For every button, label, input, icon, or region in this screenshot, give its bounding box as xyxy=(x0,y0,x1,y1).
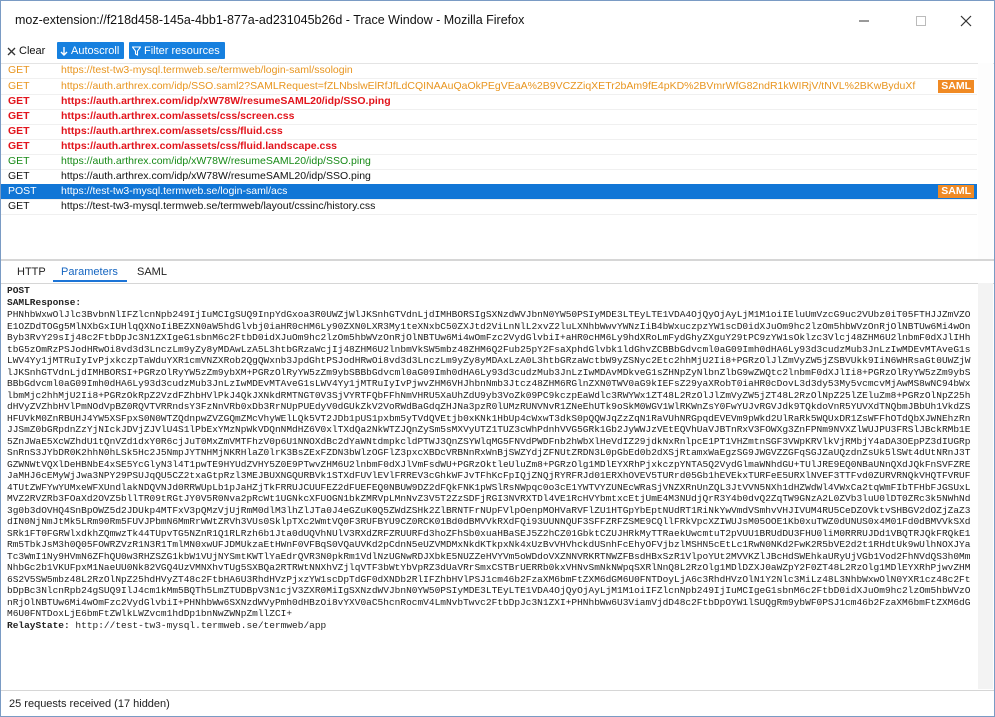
request-row[interactable]: GET https://auth.arthrex.com/idp/SSO.sam… xyxy=(1,79,977,95)
autoscroll-toggle[interactable]: Autoscroll xyxy=(57,42,125,59)
parameters-panel: POST SAMLResponse: PHNhbWxwOlJlc3BvbnNlI… xyxy=(7,285,972,689)
clear-icon xyxy=(7,47,16,55)
tab-http[interactable]: HTTP xyxy=(17,266,46,278)
request-url: https://test-tw3-mysql.termweb.se/login-… xyxy=(61,185,288,197)
request-row[interactable]: GET https://test-tw3-mysql.termweb.se/te… xyxy=(1,199,977,215)
relay-state-value: http://test-tw3-mysql.termweb.se/termweb… xyxy=(75,619,327,631)
saml-badge: SAML xyxy=(938,185,974,198)
request-url: https://auth.arthrex.com/idp/xW78W/resum… xyxy=(61,95,391,107)
status-bar: 25 requests received (17 hidden) xyxy=(1,690,994,716)
maximize-button[interactable] xyxy=(906,7,936,35)
saml-response-value: PHNhbWxwOlJlc3BvbnNlIFZlcnNpb249IjIuMCIg… xyxy=(7,309,971,619)
request-row[interactable]: GET https://auth.arthrex.com/idp/xW78W/r… xyxy=(1,94,977,110)
request-method: GET xyxy=(8,125,30,137)
request-method: GET xyxy=(8,170,30,182)
active-tab-indicator xyxy=(53,280,127,282)
window-title: moz-extension://f218d458-145a-4bb1-877a-… xyxy=(15,13,525,27)
request-method: GET xyxy=(8,64,30,76)
relay-state-label: RelayState: xyxy=(7,619,70,631)
toolbar: Clear Autoscroll Filter resources xyxy=(1,39,994,64)
request-url: https://test-tw3-mysql.termweb.se/termwe… xyxy=(61,200,376,212)
trace-window: moz-extension://f218d458-145a-4bb1-877a-… xyxy=(0,0,995,717)
clear-button[interactable]: Clear xyxy=(7,42,45,60)
close-button[interactable] xyxy=(951,7,981,35)
filter-label: Filter resources xyxy=(144,44,220,57)
request-url: https://auth.arthrex.com/idp/xW78W/resum… xyxy=(61,155,371,167)
saml-badge: SAML xyxy=(938,80,974,93)
relay-state-line: RelayState: http://test-tw3-mysql.termwe… xyxy=(7,620,972,632)
maximize-icon xyxy=(916,16,926,26)
title-bar: moz-extension://f218d458-145a-4bb1-877a-… xyxy=(1,1,994,39)
request-list: GET https://test-tw3-mysql.termweb.se/te… xyxy=(1,63,994,259)
request-row[interactable]: GET https://auth.arthrex.com/assets/css/… xyxy=(1,124,977,140)
request-row[interactable]: GET https://auth.arthrex.com/assets/css/… xyxy=(1,139,977,155)
detail-tabs: HTTP Parameters SAML xyxy=(1,261,994,284)
filter-icon xyxy=(132,45,141,56)
request-url: https://auth.arthrex.com/idp/SSO.saml2?S… xyxy=(61,80,916,92)
autoscroll-label: Autoscroll xyxy=(71,44,120,57)
request-list-scrollbar[interactable] xyxy=(978,63,993,259)
request-method: GET xyxy=(8,155,30,167)
request-row-selected[interactable]: POST https://test-tw3-mysql.termweb.se/l… xyxy=(1,184,977,200)
status-text: 25 requests received (17 hidden) xyxy=(9,698,170,710)
saml-response-label: SAMLResponse: xyxy=(7,297,82,308)
request-url: https://auth.arthrex.com/idp/xW78W/resum… xyxy=(61,170,371,182)
request-row[interactable]: GET https://test-tw3-mysql.termweb.se/te… xyxy=(1,63,977,79)
request-method-heading: POST xyxy=(7,285,30,296)
request-method: GET xyxy=(8,140,30,152)
request-method: GET xyxy=(8,95,30,107)
close-icon xyxy=(960,15,972,27)
request-row[interactable]: GET https://auth.arthrex.com/idp/xW78W/r… xyxy=(1,169,977,185)
clear-label: Clear xyxy=(19,45,46,57)
details-scrollbar[interactable] xyxy=(978,283,993,689)
request-row[interactable]: GET https://auth.arthrex.com/idp/xW78W/r… xyxy=(1,154,977,170)
request-method: GET xyxy=(8,110,30,122)
request-url: https://auth.arthrex.com/assets/css/scre… xyxy=(61,110,295,122)
request-row[interactable]: GET https://auth.arthrex.com/assets/css/… xyxy=(1,109,977,125)
request-url: https://auth.arthrex.com/assets/css/flui… xyxy=(61,140,338,152)
request-url: https://test-tw3-mysql.termweb.se/termwe… xyxy=(61,64,353,76)
minimize-button[interactable] xyxy=(849,7,879,35)
tab-parameters[interactable]: Parameters xyxy=(61,266,118,278)
arrow-down-icon xyxy=(60,46,68,56)
minimize-icon xyxy=(859,20,869,22)
request-method: POST xyxy=(8,185,37,197)
request-method: GET xyxy=(8,80,30,92)
request-url: https://auth.arthrex.com/assets/css/flui… xyxy=(61,125,283,137)
request-method: GET xyxy=(8,200,30,212)
tab-saml[interactable]: SAML xyxy=(137,266,167,278)
filter-resources-toggle[interactable]: Filter resources xyxy=(129,42,225,59)
